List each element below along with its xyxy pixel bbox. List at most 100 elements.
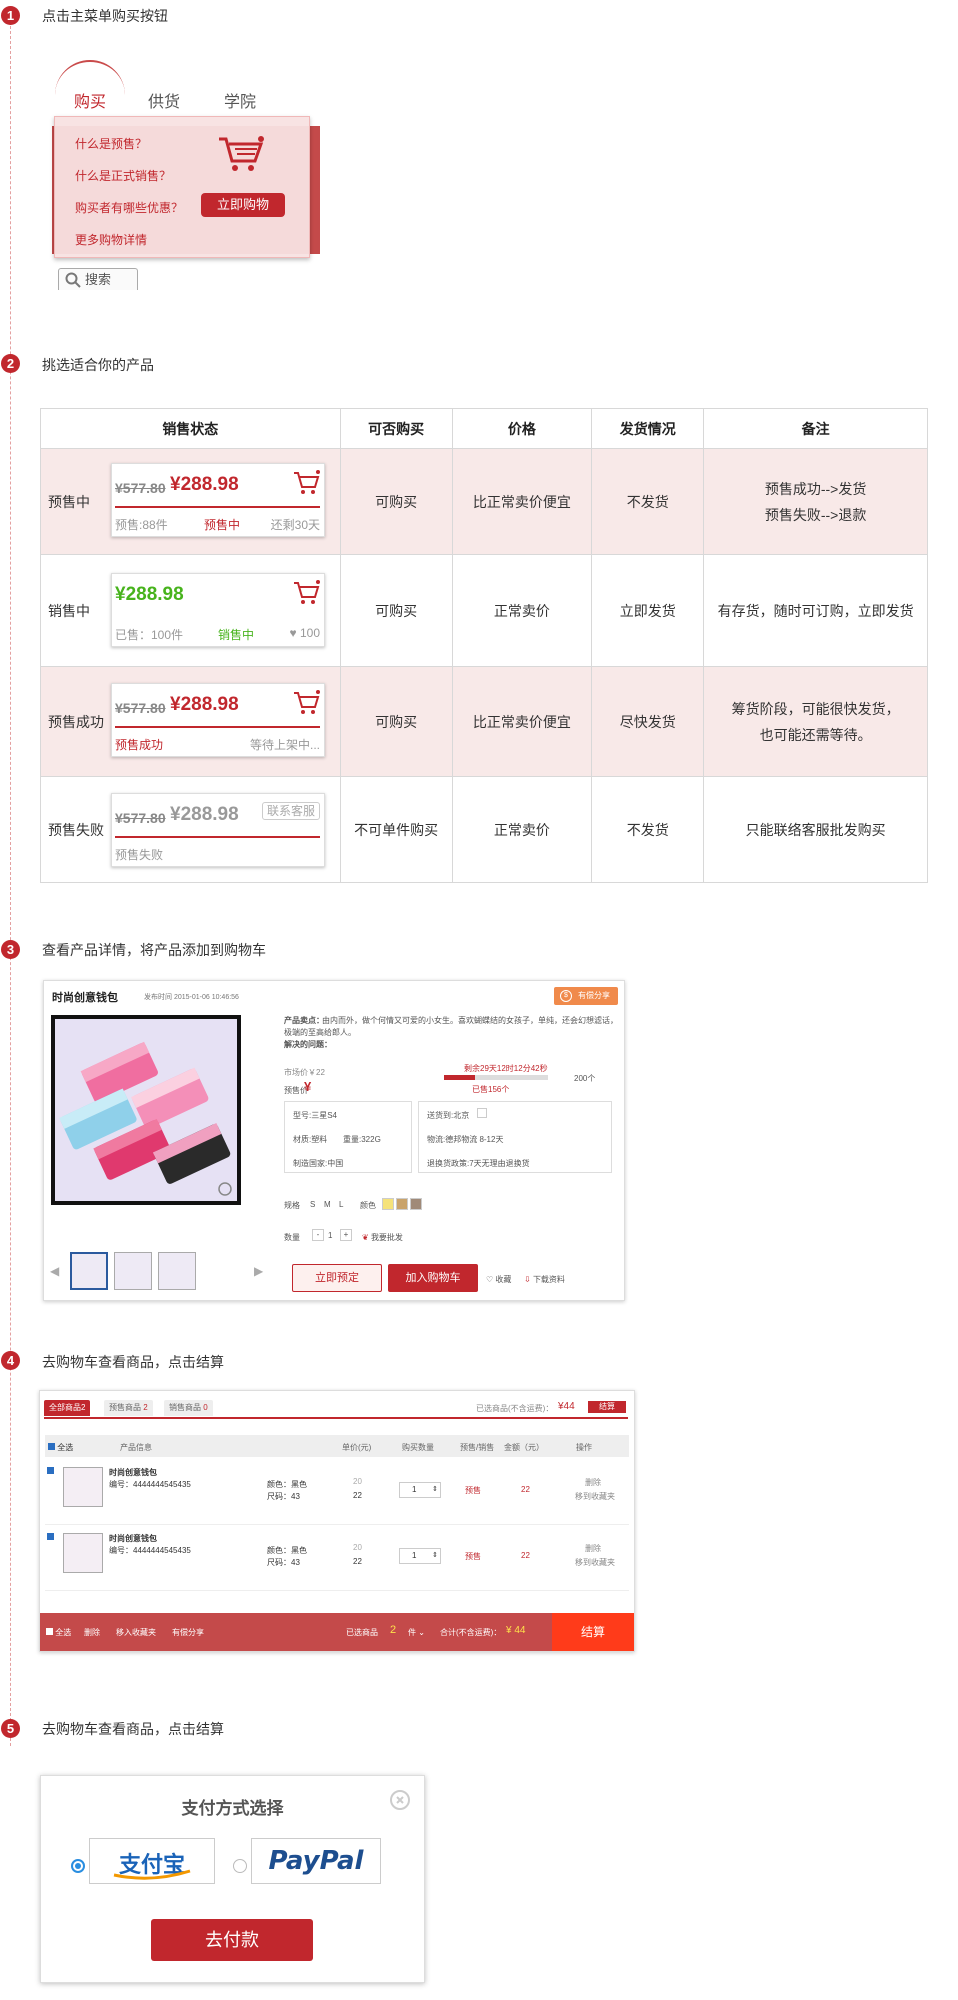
shopping-cart-icon (219, 136, 264, 171)
note-cell: 筹货阶段，可能很快发货， 也可能还需等待。 (703, 666, 928, 777)
checkbox-icon[interactable] (48, 1443, 55, 1450)
product-card-onsale[interactable]: ¥288.98 已售：100件 销售中 ♥ 100 (111, 573, 325, 647)
move-to-favorites-link[interactable]: 移到收藏夹 (575, 1491, 615, 1502)
stepper-arrows-icon[interactable]: ⇕ (432, 1483, 438, 1497)
checkbox-icon[interactable] (47, 1467, 54, 1474)
selected-summary-label: 已选商品(不含运费)： (476, 1404, 554, 1413)
unit-label[interactable]: 件 ⌄ (408, 1627, 425, 1638)
thumb-next-arrow[interactable]: ▶ (254, 1264, 263, 1278)
size-option-l[interactable]: L (339, 1200, 343, 1209)
qty-minus-button[interactable]: - (312, 1229, 324, 1241)
thumbnail[interactable] (70, 1252, 108, 1290)
thumbnail[interactable] (114, 1252, 152, 1290)
tab-all-items[interactable]: 全部商品2 (44, 1400, 91, 1416)
menu-item-discounts[interactable]: 购买者有哪些优惠？ (75, 199, 183, 216)
bulk-delete-link[interactable]: 删除 (84, 1627, 100, 1638)
search-icon (65, 272, 81, 288)
item-thumbnail[interactable] (63, 1533, 103, 1573)
menu-item-more-details[interactable]: 更多购物详情 (75, 231, 147, 248)
qty-plus-button[interactable]: + (340, 1229, 352, 1241)
product-card-presale-success[interactable]: ¥577.80 ¥288.98 预售成功 等待上架中... (111, 683, 325, 757)
search-tab[interactable]: 搜索 (58, 268, 138, 290)
cart-icon[interactable] (292, 468, 320, 496)
state-cell: 预售成功 ¥577.80 ¥288.98 预售成功 等待上架中... (40, 666, 341, 777)
paid-share-button[interactable]: $ 有偿分享 (554, 987, 618, 1005)
ship-to: 送货到:北京 (427, 1111, 470, 1120)
close-icon[interactable] (390, 1790, 410, 1810)
thumb-prev-arrow[interactable]: ◀ (50, 1264, 59, 1278)
color-swatch[interactable] (410, 1198, 422, 1210)
color-swatch[interactable] (396, 1198, 408, 1210)
column-header: 销售状态 (40, 408, 341, 449)
alipay-logo[interactable]: 支付宝 (89, 1838, 215, 1884)
cart-icon[interactable] (292, 688, 320, 716)
item-thumbnail[interactable] (63, 1467, 103, 1507)
delete-link[interactable]: 删除 (585, 1477, 601, 1488)
download-link[interactable]: ⇩ 下载资料 (524, 1274, 565, 1285)
status-text: 预售中 (204, 518, 241, 532)
tab-sale-items[interactable]: 销售商品 0 (164, 1400, 213, 1416)
likes-count: ♥ 100 (289, 626, 321, 640)
progress-line (115, 836, 320, 838)
dropdown-icon[interactable] (477, 1108, 487, 1118)
thumbnail[interactable] (158, 1252, 196, 1290)
tab-presale-items[interactable]: 预售商品 2 (104, 1400, 153, 1416)
cart-icon[interactable] (292, 578, 320, 606)
can-buy-cell: 可购买 (339, 448, 453, 555)
spec-material: 材质:塑料 (293, 1135, 328, 1144)
wholesale-link[interactable]: ❦ 我要批发 (362, 1232, 403, 1243)
spec-model: 型号:三星S4 (293, 1111, 338, 1120)
select-all-header[interactable]: 全选 (48, 1442, 73, 1453)
delete-link[interactable]: 删除 (585, 1543, 601, 1554)
paid-share-link[interactable]: 有偿分享 (172, 1627, 204, 1638)
checkout-button[interactable]: 结算 (552, 1613, 634, 1651)
note-line: 预售成功-->发货 (764, 480, 867, 497)
product-card-presale[interactable]: ¥577.80 ¥288.98 预售:88件 预售中 还剩30天 (111, 463, 325, 537)
chevron-down-icon[interactable]: ⌄ (418, 1628, 425, 1637)
item-name[interactable]: 时尚创意钱包 (109, 1467, 157, 1478)
state-cell: 预售中 ¥577.80 ¥288.98 预售:88件 预售中 还剩30天 (40, 448, 341, 555)
menu-item-what-is-presale[interactable]: 什么是预售？ (75, 135, 147, 152)
preorder-button[interactable]: 立即预定 (292, 1264, 382, 1292)
color-swatch[interactable] (382, 1198, 394, 1210)
size-option-m[interactable]: M (324, 1200, 331, 1209)
favorite-link[interactable]: ♡ 收藏 (486, 1274, 511, 1285)
item-name[interactable]: 时尚创意钱包 (109, 1533, 157, 1544)
product-card-presale-failed[interactable]: ¥577.80 ¥288.98 联系客服 预售失败 (111, 793, 325, 867)
nav-academy[interactable]: 学院 (224, 88, 256, 112)
qty-value[interactable]: 1 (328, 1231, 332, 1240)
size-option-s[interactable]: S (310, 1200, 315, 1209)
nav-supply[interactable]: 供货 (148, 88, 180, 112)
paypal-radio[interactable] (233, 1859, 247, 1873)
item-size: 尺码：43 (267, 1558, 300, 1567)
note-line: 也可能还需等待。 (759, 726, 872, 743)
checkbox-icon[interactable] (47, 1533, 54, 1540)
item-size: 尺码：43 (267, 1492, 300, 1501)
note-line: 有存货，随时可订购，立即发货 (717, 602, 914, 619)
alipay-radio[interactable] (71, 1859, 85, 1873)
select-all-bottom[interactable]: 全选 (46, 1627, 71, 1638)
settle-small-button[interactable]: 结算 (588, 1401, 626, 1413)
bulk-favorite-link[interactable]: 移入收藏夹 (116, 1627, 156, 1638)
stepper-arrows-icon[interactable]: ⇕ (432, 1549, 438, 1563)
nav-buy[interactable]: 购买 (74, 88, 106, 112)
column-header: 发货情况 (591, 408, 705, 449)
checkbox-icon[interactable] (46, 1628, 53, 1635)
heart-icon[interactable]: ♥ (290, 626, 297, 640)
table-row: 预售中 ¥577.80 ¥288.98 预售:88件 预售中 还剩30天 可购买… (40, 448, 928, 555)
pay-button[interactable]: 去付款 (151, 1919, 313, 1961)
menu-item-what-is-sale[interactable]: 什么是正式销售？ (75, 167, 171, 184)
paypal-logo[interactable]: PayPal (251, 1838, 381, 1884)
highlight-text: 由内而外，做个何情又可爱的小女生。喜欢蝴蝶结的女孩子，单纯，还会幻想滤话，将优雅 (322, 1016, 618, 1025)
add-to-cart-button[interactable]: 加入购物车 (388, 1264, 478, 1292)
market-price: 市场价￥22 (284, 1068, 325, 1077)
sold-count: 已售156个 (472, 1085, 510, 1094)
logistics: 物流:德邦物流 8-12天 (427, 1135, 504, 1144)
qty-stepper[interactable]: 1 ⇕ (399, 1548, 441, 1564)
contact-service-button[interactable]: 联系客服 (261, 802, 320, 820)
shop-now-button[interactable]: 立即购物 (201, 193, 285, 217)
product-main-image[interactable] (51, 1015, 241, 1205)
qty-stepper[interactable]: 1 ⇕ (399, 1482, 441, 1498)
move-to-favorites-link[interactable]: 移到收藏夹 (575, 1557, 615, 1568)
spec-box: 型号:三星S4 材质:塑料 重量:322G 制造国家:中国 (284, 1101, 412, 1173)
